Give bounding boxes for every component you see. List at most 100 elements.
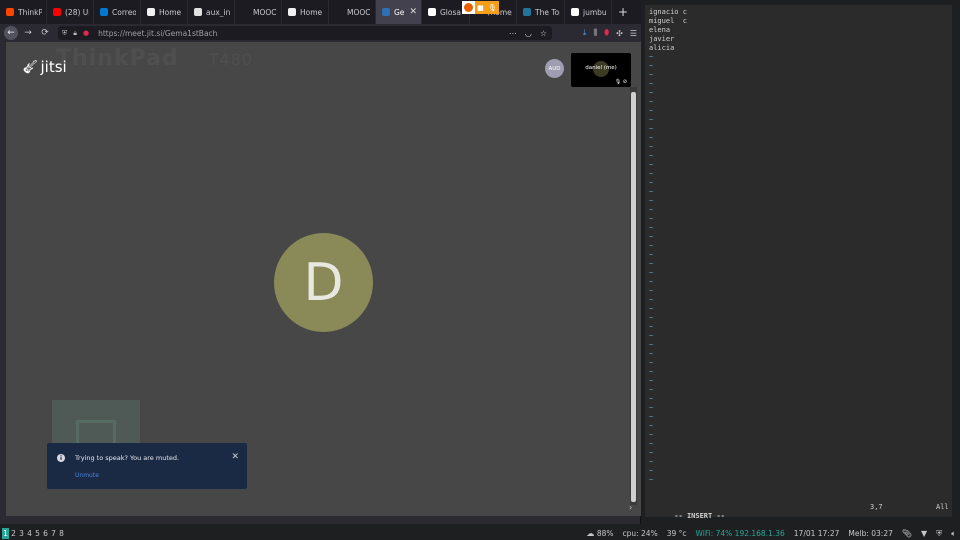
back-button[interactable]: ← xyxy=(4,26,18,40)
vim-line[interactable]: elena xyxy=(649,26,687,35)
forward-button[interactable]: → xyxy=(21,26,35,40)
paperclip-icon[interactable]: 📎︎ xyxy=(902,529,912,538)
self-name-label: daniel (me) xyxy=(585,65,617,71)
vim-buffer[interactable]: ignacio c miguel c elena javier alicia ~ ~ ~ ~ ~ ~… xyxy=(649,8,687,485)
vim-empty-line: ~ xyxy=(649,89,654,97)
vim-empty-line: ~ xyxy=(649,98,654,106)
cloud-icon: ☁ xyxy=(586,529,595,538)
browser-tab[interactable]: Home xyxy=(141,0,188,24)
workspace-button[interactable]: 3 xyxy=(18,528,25,539)
workspace-button[interactable]: 5 xyxy=(34,528,41,539)
tab-label: Correo xyxy=(112,7,136,17)
vim-empty-line: ~ xyxy=(649,260,654,268)
browser-tab[interactable]: ThinkPa xyxy=(0,0,47,24)
watermark-text: ThinkPad xyxy=(56,46,179,71)
date-time: 17/01 17:27 xyxy=(793,529,840,538)
reddit-icon xyxy=(6,8,14,16)
blank-favicon-icon xyxy=(241,8,249,16)
vim-empty-line: ~ xyxy=(649,323,654,331)
new-tab-button[interactable]: + xyxy=(614,0,632,24)
reload-button[interactable]: ⟳ xyxy=(38,26,52,40)
workspace-button[interactable]: 6 xyxy=(42,528,49,539)
scrollbar-thumb[interactable] xyxy=(631,92,636,502)
muted-notification: i Trying to speak? You are muted. ✕ Unmu… xyxy=(47,443,247,489)
url-text[interactable]: https://meet.jit.si/Gema1stBach xyxy=(98,29,217,38)
lock-icon[interactable]: 🔒︎ xyxy=(73,29,77,38)
url-bar[interactable]: ⛨ 🔒︎ ● https://meet.jit.si/Gema1stBach ⋯… xyxy=(58,26,552,40)
vim-scroll-position: All xyxy=(936,503,949,511)
browser-tab[interactable]: Gem✕ xyxy=(376,0,422,24)
vim-empty-line: ~ xyxy=(649,305,654,313)
mail-icon xyxy=(100,8,108,16)
browser-tab[interactable]: jumbu xyxy=(565,0,612,24)
vim-empty-line: ~ xyxy=(649,476,654,484)
vim-line[interactable]: javier xyxy=(649,35,687,44)
audio-participant-badge[interactable]: AUD xyxy=(545,59,564,78)
vim-empty-line: ~ xyxy=(649,170,654,178)
library-icon[interactable]: ⫼ xyxy=(593,28,597,38)
browser-tab[interactable]: Correo xyxy=(94,0,141,24)
vim-line[interactable]: ignacio c xyxy=(649,8,687,17)
browser-tab[interactable]: MOOC Pro xyxy=(329,0,376,24)
shield-icon[interactable]: ⛨ xyxy=(936,529,942,539)
self-view-thumbnail[interactable]: daniel (me) 🎙︎ ⊘ xyxy=(571,53,631,87)
firefox-window: ThinkPa (28) Uni Correo Home aux_ing MOOC Pro… xyxy=(0,0,641,524)
melbourne-time: Melb: 03:27 xyxy=(848,529,893,538)
wallpaper-watermark: ThinkPad T480 xyxy=(56,46,253,71)
firefox-icon xyxy=(462,1,475,14)
jitsi-meeting-view[interactable]: ThinkPad T480 🎸︎ jitsi D AUD daniel (me) … xyxy=(6,42,641,516)
browser-tab[interactable]: (28) Uni xyxy=(47,0,94,24)
pocket-icon[interactable]: ◡ xyxy=(525,29,532,38)
microphone-icon[interactable]: ● xyxy=(83,29,89,37)
shield-icon[interactable]: ⛨ xyxy=(62,29,67,38)
vim-empty-line: ~ xyxy=(649,278,654,286)
system-tray: ☁ 88% cpu: 24% 39 °c WiFi: 74% 192.168.1… xyxy=(586,527,956,540)
workspace-button[interactable]: 8 xyxy=(58,528,65,539)
close-icon[interactable]: ✕ xyxy=(231,452,239,462)
sharing-indicator[interactable]: ■ 🎙︎ xyxy=(462,1,499,14)
tab-label: MOOC Pro xyxy=(253,7,277,17)
browser-tab[interactable]: Home xyxy=(282,0,329,24)
vim-empty-line: ~ xyxy=(649,314,654,322)
vim-empty-line: ~ xyxy=(649,62,654,70)
workspace-button[interactable]: 7 xyxy=(50,528,57,539)
tab-label: Glosa xyxy=(440,7,461,17)
network-icon[interactable]: ▼ xyxy=(921,529,927,538)
watermark-model: T480 xyxy=(208,50,253,69)
bookmark-star-icon[interactable]: ☆ xyxy=(540,29,547,38)
browser-tab[interactable]: MOOC Pro xyxy=(235,0,282,24)
vim-line[interactable]: alicia xyxy=(649,44,687,53)
browser-tab[interactable]: The Top xyxy=(517,0,565,24)
vim-line[interactable]: miguel c xyxy=(649,17,687,26)
vim-empty-line: ~ xyxy=(649,467,654,475)
browser-tab[interactable]: aux_ing xyxy=(188,0,235,24)
page-actions-icon[interactable]: ⋯ xyxy=(509,29,517,38)
tab-label: Home xyxy=(300,7,323,17)
volume-icon[interactable]: 🔈︎ xyxy=(951,529,956,539)
vim-empty-line: ~ xyxy=(649,413,654,421)
extension-icon[interactable]: ⬮ xyxy=(604,28,609,38)
camera-mic-indicator[interactable]: ■ 🎙︎ xyxy=(475,1,499,14)
vim-empty-line: ~ xyxy=(649,143,654,151)
puzzle-icon[interactable]: ✣ xyxy=(616,29,623,38)
workspace-button[interactable]: 1 xyxy=(2,528,9,539)
participant-avatar-large: D xyxy=(274,233,373,332)
jitsi-logo[interactable]: 🎸︎ jitsi xyxy=(22,58,67,76)
unmute-link[interactable]: Unmute xyxy=(75,472,99,479)
vim-empty-line: ~ xyxy=(649,161,654,169)
menu-icon[interactable]: ☰ xyxy=(630,29,637,38)
tab-label: (28) Uni xyxy=(65,7,89,17)
vim-empty-line: ~ xyxy=(649,71,654,79)
moodle-icon xyxy=(147,8,155,16)
chevron-right-icon[interactable]: › xyxy=(629,503,632,512)
desktop: ThinkPa (28) Uni Correo Home aux_ing MOOC Pro… xyxy=(0,0,960,540)
downloads-icon[interactable]: ⤓ xyxy=(583,28,587,38)
vim-empty-line: ~ xyxy=(649,431,654,439)
workspace-button[interactable]: 4 xyxy=(26,528,33,539)
close-tab-icon[interactable]: ✕ xyxy=(405,7,417,17)
workspace-button[interactable]: 2 xyxy=(10,528,17,539)
vim-empty-line: ~ xyxy=(649,422,654,430)
vim-terminal[interactable]: ignacio c miguel c elena javier alicia ~ ~ ~ ~ ~ ~… xyxy=(645,5,952,520)
vim-empty-line: ~ xyxy=(649,188,654,196)
vim-empty-line: ~ xyxy=(649,152,654,160)
